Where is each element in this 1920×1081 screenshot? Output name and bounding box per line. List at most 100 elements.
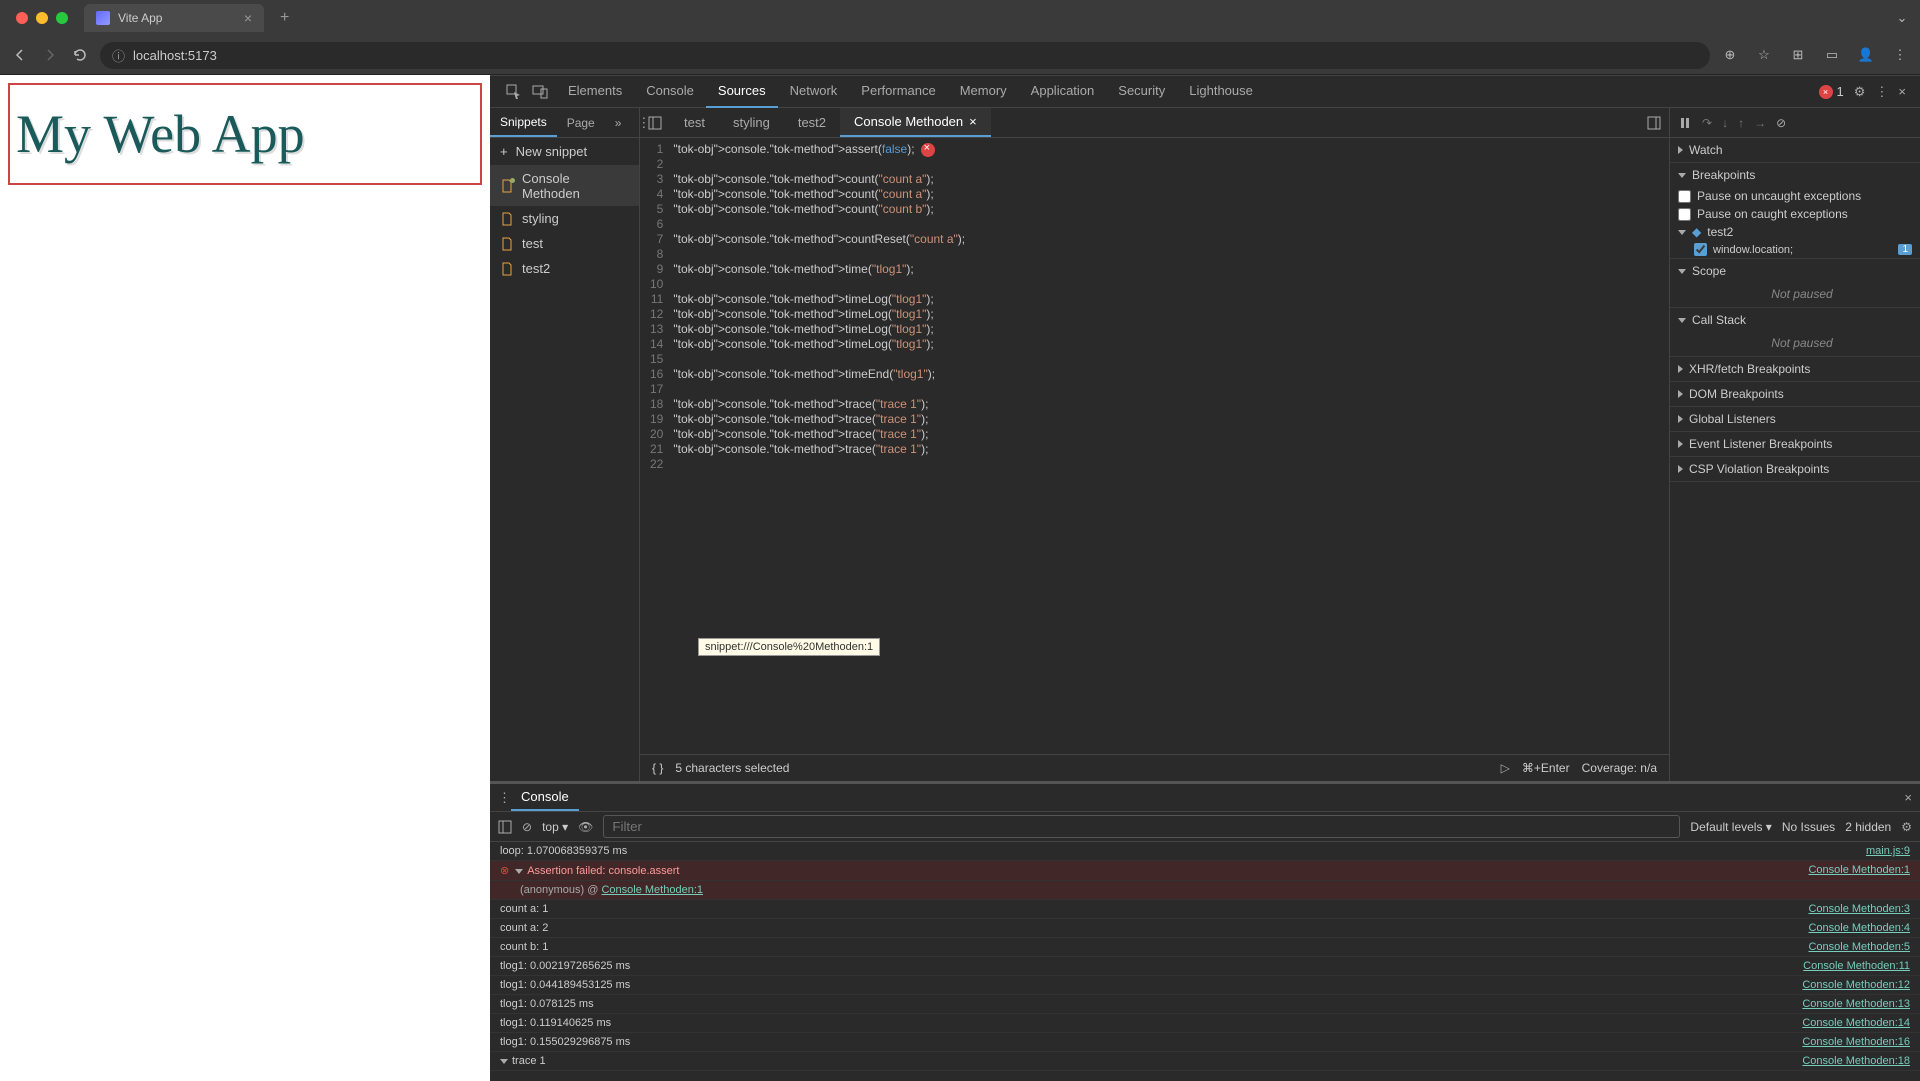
tab-snippets[interactable]: Snippets [490,109,557,137]
source-link[interactable]: Console Methoden:5 [1808,941,1910,953]
tab-performance[interactable]: Performance [849,75,947,108]
url-input[interactable] [133,48,1698,63]
back-button[interactable] [10,45,30,65]
device-toggle-icon[interactable] [532,84,548,100]
info-icon[interactable]: ⓘ [112,46,125,65]
source-link[interactable]: Console Methoden:3 [1808,903,1910,915]
profile-icon[interactable]: 👤 [1856,45,1876,65]
forward-button[interactable] [40,45,60,65]
console-messages[interactable]: loop: 1.070068359375 msmain.js:9⊗Asserti… [490,842,1920,1081]
console-message[interactable]: count b: 1Console Methoden:5 [490,938,1920,957]
console-message[interactable]: count a: 2Console Methoden:4 [490,919,1920,938]
hidden-count[interactable]: 2 hidden [1845,820,1891,834]
inspect-icon[interactable] [506,84,522,100]
new-tab-button[interactable]: + [272,9,297,27]
pause-icon[interactable] [1678,116,1692,130]
tab-elements[interactable]: Elements [556,75,634,108]
console-message[interactable]: tlog1: 0.155029296875 msConsole Methoden… [490,1033,1920,1052]
drawer-close-icon[interactable]: × [1904,790,1912,805]
console-message[interactable]: trace 1Console Methoden:18 [490,1052,1920,1071]
inline-error-icon[interactable] [921,143,935,157]
source-link[interactable]: Console Methoden:12 [1802,979,1910,991]
file-tab[interactable]: test2 [784,108,840,137]
trace-link[interactable]: Console Methoden:1 [601,884,703,896]
console-settings-icon[interactable]: ⚙ [1901,820,1912,834]
braces-icon[interactable]: { } [652,761,663,775]
step-out-icon[interactable]: ↑ [1738,116,1744,130]
toggle-sidebar-icon[interactable] [498,820,512,834]
toggle-debugger-icon[interactable] [1647,116,1661,130]
tab-more[interactable]: » [605,110,632,136]
clear-console-icon[interactable]: ⊘ [522,820,532,834]
tab-security[interactable]: Security [1106,75,1177,108]
menu-icon[interactable]: ⋮ [1890,45,1910,65]
browser-tab[interactable]: Vite App × [84,4,264,32]
new-snippet-button[interactable]: + New snippet [490,138,639,166]
drawer-menu-icon[interactable]: ⋮ [498,790,511,806]
tab-console[interactable]: Console [634,75,706,108]
step-over-icon[interactable]: ↷ [1702,116,1712,130]
source-link[interactable]: Console Methoden:14 [1802,1017,1910,1029]
url-bar[interactable]: ⓘ [100,42,1710,69]
console-message[interactable]: ⊗Assertion failed: console.assertConsole… [490,861,1920,881]
console-message[interactable]: tlog1: 0.078125 msConsole Methoden:13 [490,995,1920,1014]
filter-input[interactable] [603,815,1680,838]
source-link[interactable]: Console Methoden:13 [1802,998,1910,1010]
pause-uncaught-checkbox[interactable] [1678,190,1691,203]
sidepanel-icon[interactable]: ▭ [1822,45,1842,65]
tab-memory[interactable]: Memory [948,75,1019,108]
breakpoints-section[interactable]: Breakpoints [1670,163,1920,187]
snippet-item[interactable]: test2 [490,256,639,281]
callstack-section[interactable]: Call Stack [1670,308,1920,332]
tab-page[interactable]: Page [557,110,605,136]
console-message[interactable]: tlog1: 0.002197265625 msConsole Methoden… [490,957,1920,976]
minimize-window-button[interactable] [36,12,48,24]
tab-lighthouse[interactable]: Lighthouse [1177,75,1265,108]
tab-application[interactable]: Application [1019,75,1107,108]
file-tab[interactable]: test [670,108,719,137]
step-into-icon[interactable]: ↓ [1722,116,1728,130]
dropdown-icon[interactable]: ⌄ [1892,8,1912,28]
source-link[interactable]: Console Methoden:11 [1803,960,1910,972]
log-levels-selector[interactable]: Default levels ▾ [1690,820,1771,834]
close-devtools-icon[interactable]: × [1898,84,1906,99]
zoom-icon[interactable]: ⊕ [1720,45,1740,65]
dom-section[interactable]: DOM Breakpoints [1670,382,1920,406]
tab-sources[interactable]: Sources [706,75,778,108]
close-tab-icon[interactable]: × [244,10,252,26]
console-message[interactable]: tlog1: 0.044189453125 msConsole Methoden… [490,976,1920,995]
settings-icon[interactable]: ⚙ [1854,84,1866,100]
file-tab[interactable]: Console Methoden× [840,108,991,137]
code-editor[interactable]: 12345678910111213141516171819202122 "tok… [640,138,1669,754]
source-link[interactable]: Console Methoden:1 [1808,864,1910,877]
bookmark-icon[interactable]: ☆ [1754,45,1774,65]
breakpoint-checkbox[interactable] [1694,243,1707,256]
source-link[interactable]: Console Methoden:4 [1808,922,1910,934]
close-file-icon[interactable]: × [969,114,977,129]
code-content[interactable]: "tok-obj">console."tok-method">assert(fa… [673,138,1669,754]
scope-section[interactable]: Scope [1670,259,1920,283]
maximize-window-button[interactable] [56,12,68,24]
xhr-section[interactable]: XHR/fetch Breakpoints [1670,357,1920,381]
breakpoint-group[interactable]: ◆test2 [1670,223,1920,241]
reload-button[interactable] [70,45,90,65]
extensions-icon[interactable]: ⊞ [1788,45,1808,65]
live-expression-icon[interactable]: 👁 [578,820,593,834]
source-link[interactable]: main.js:9 [1866,845,1910,857]
console-message[interactable]: loop: 1.070068359375 msmain.js:9 [490,842,1920,861]
error-count-badge[interactable]: × 1 [1819,84,1844,99]
toggle-navigator-icon[interactable] [648,116,662,130]
run-snippet-button[interactable]: ▷ [1501,761,1510,775]
global-section[interactable]: Global Listeners [1670,407,1920,431]
snippet-item[interactable]: test [490,231,639,256]
source-link[interactable]: Console Methoden:16 [1802,1036,1910,1048]
snippet-item[interactable]: styling [490,206,639,231]
kebab-icon[interactable]: ⋮ [1875,84,1888,100]
source-link[interactable]: Console Methoden:18 [1802,1055,1910,1067]
close-window-button[interactable] [16,12,28,24]
snippet-item[interactable]: Console Methoden [490,166,639,206]
watch-section[interactable]: Watch [1670,138,1920,162]
event-section[interactable]: Event Listener Breakpoints [1670,432,1920,456]
step-icon[interactable]: → [1754,116,1766,130]
tab-network[interactable]: Network [778,75,850,108]
